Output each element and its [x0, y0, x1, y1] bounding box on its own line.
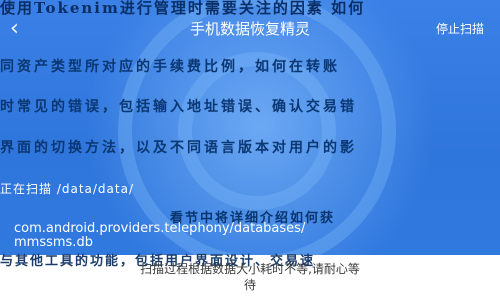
scan-hint-line-1: 扫描过程根据数据大小耗时不等,请耐心等 [140, 262, 360, 276]
scan-hero-area: 使用Tokenim进行管理时需要关注的因素 如何 ‹ 手机数据恢复精灵 停止扫描… [0, 0, 500, 255]
scan-path: com.android.providers.telephony/database… [14, 222, 305, 250]
overlay-text-line-3: 时常见的错误，包括输入地址错误、确认交易错 [0, 99, 357, 115]
scan-screen: 使用Tokenim进行管理时需要关注的因素 如何 ‹ 手机数据恢复精灵 停止扫描… [0, 0, 500, 300]
page-title: 手机数据恢复精灵 [189, 20, 310, 38]
scan-status-text: 正在扫描 /data/data/ [0, 182, 135, 196]
scan-hint-line-2: 待 [243, 278, 256, 292]
top-bar: ‹ 手机数据恢复精灵 停止扫描 [0, 14, 500, 44]
scan-hint: 扫描过程根据数据大小耗时不等,请耐心等 待 [0, 261, 500, 293]
scan-path-line-2: mmssms.db [14, 235, 93, 250]
overlay-text-line-4: 界面的切换方法，以及不同语言版本对用户的影 [0, 140, 357, 156]
scan-path-line-1: com.android.providers.telephony/database… [14, 221, 306, 236]
overlay-text-line-2: 同资产类型所对应的手续费比例，如何在转账 [0, 59, 340, 75]
stop-scan-button[interactable]: 停止扫描 [436, 14, 484, 44]
